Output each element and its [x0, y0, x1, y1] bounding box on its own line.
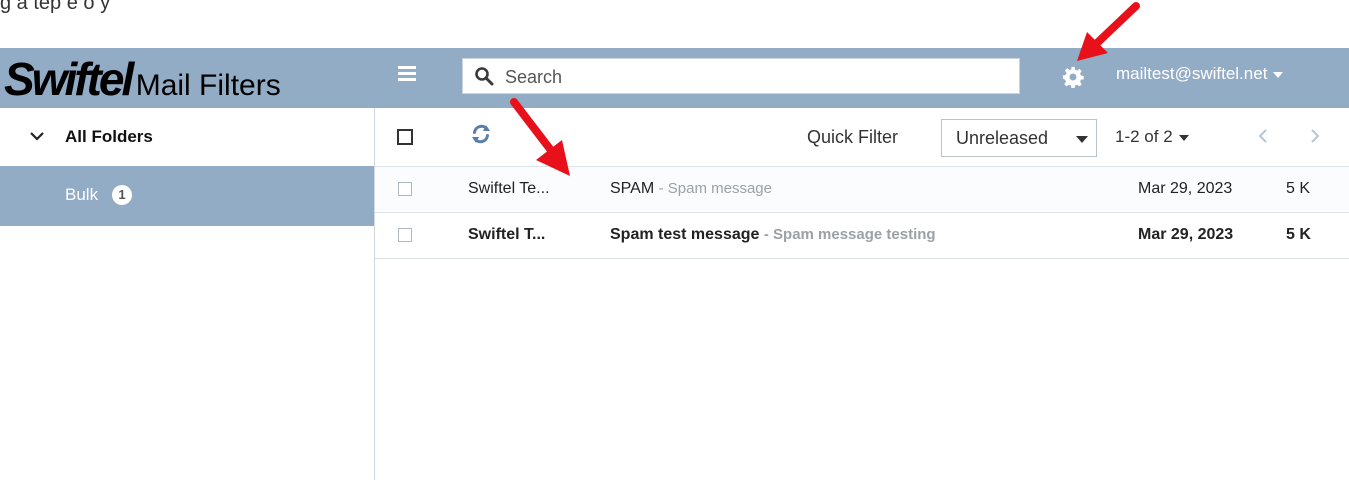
- message-size: 5 K: [1286, 180, 1311, 197]
- chevron-down-icon: [30, 132, 44, 141]
- brand: Swiftel Mail Filters: [4, 54, 281, 104]
- account-email: mailtest@swiftel.net: [1116, 64, 1268, 83]
- hamburger-menu-icon[interactable]: [398, 66, 416, 82]
- message-sender: Swiftel T...: [468, 226, 546, 243]
- message-subject: Spam test message: [610, 226, 760, 243]
- account-menu[interactable]: mailtest@swiftel.net: [1116, 64, 1284, 84]
- message-list: Swiftel Te... SPAM - Spam message Mar 29…: [375, 166, 1349, 259]
- message-pane: Quick Filter Unreleased 1-2 of 2 Swiftel…: [375, 108, 1349, 480]
- chevron-left-icon[interactable]: [1258, 128, 1268, 144]
- message-subject: SPAM: [610, 180, 655, 197]
- quick-filter-dropdown[interactable]: Unreleased: [941, 119, 1097, 157]
- message-preview: - Spam message testing: [763, 226, 936, 243]
- pagination-caret-icon: [1178, 134, 1189, 141]
- folder-label: Bulk: [65, 185, 99, 204]
- select-all-checkbox[interactable]: [397, 129, 413, 145]
- message-preview: - Spam message: [658, 180, 772, 197]
- folder-item-bulk[interactable]: Bulk 1: [0, 166, 374, 226]
- all-folders-toggle[interactable]: All Folders: [0, 108, 374, 166]
- swiftel-logo: Swiftel: [4, 53, 134, 105]
- pagination-text: 1-2 of 2: [1115, 127, 1173, 146]
- message-row[interactable]: Swiftel T... Spam test message - Spam me…: [375, 212, 1349, 259]
- dropdown-caret-icon: [1076, 136, 1088, 143]
- refresh-icon[interactable]: [470, 123, 492, 145]
- message-subject-line: Spam test message - Spam message testing: [610, 226, 936, 244]
- quick-filter-label: Quick Filter: [807, 127, 899, 147]
- search-icon[interactable]: [474, 66, 494, 86]
- quick-filter-value: Unreleased: [956, 128, 1049, 148]
- message-toolbar: Quick Filter Unreleased 1-2 of 2: [375, 108, 1349, 166]
- message-date: Mar 29, 2023: [1138, 180, 1233, 197]
- message-row[interactable]: Swiftel Te... SPAM - Spam message Mar 29…: [375, 166, 1349, 212]
- message-checkbox[interactable]: [398, 228, 412, 242]
- all-folders-label: All Folders: [65, 127, 153, 146]
- folder-sidebar: All Folders Bulk 1: [0, 108, 375, 480]
- mail-filter-app: Swiftel Mail Filters mailtest@swiftel.ne…: [0, 48, 1349, 480]
- unread-count-badge: 1: [112, 185, 132, 205]
- brand-title: Mail Filters: [135, 69, 281, 102]
- message-checkbox[interactable]: [398, 182, 412, 196]
- account-caret-icon: [1273, 71, 1284, 78]
- top-navigation-bar: Swiftel Mail Filters mailtest@swiftel.ne…: [0, 48, 1349, 108]
- message-subject-line: SPAM - Spam message: [610, 180, 772, 198]
- message-date: Mar 29, 2023: [1138, 226, 1234, 243]
- pagination-menu[interactable]: 1-2 of 2: [1115, 127, 1189, 147]
- page-caption: g a tep e o y: [0, 0, 111, 14]
- search-box[interactable]: [462, 58, 1020, 95]
- gear-icon[interactable]: [1062, 66, 1084, 88]
- message-size: 5 K: [1286, 226, 1311, 243]
- message-sender: Swiftel Te...: [468, 180, 550, 197]
- chevron-right-icon[interactable]: [1310, 128, 1320, 144]
- search-input[interactable]: [503, 59, 1007, 95]
- screenshot-page: g a tep e o y Swiftel Mail Filters Searc…: [0, 0, 1349, 480]
